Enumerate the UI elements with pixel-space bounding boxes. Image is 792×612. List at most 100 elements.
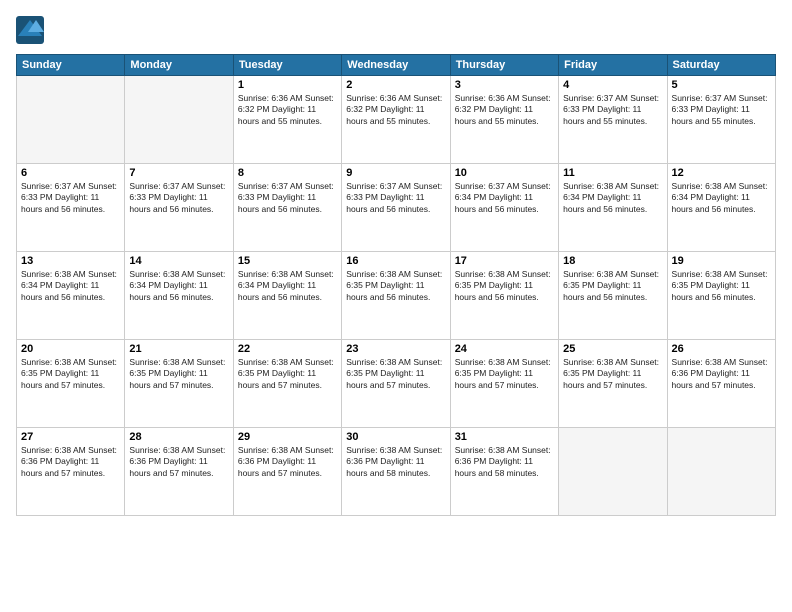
day-number: 10: [455, 167, 554, 179]
day-number: 11: [563, 167, 662, 179]
day-info: Sunrise: 6:37 AM Sunset: 6:33 PM Dayligh…: [21, 181, 120, 215]
day-info: Sunrise: 6:38 AM Sunset: 6:36 PM Dayligh…: [21, 445, 120, 479]
calendar-cell: 5 Sunrise: 6:37 AM Sunset: 6:33 PM Daylig…: [667, 76, 775, 164]
day-info: Sunrise: 6:38 AM Sunset: 6:35 PM Dayligh…: [129, 357, 228, 391]
day-info: Sunrise: 6:38 AM Sunset: 6:35 PM Dayligh…: [238, 357, 337, 391]
calendar-cell: 6 Sunrise: 6:37 AM Sunset: 6:33 PM Daylig…: [17, 164, 125, 252]
day-number: 16: [346, 255, 445, 267]
day-info: Sunrise: 6:37 AM Sunset: 6:33 PM Dayligh…: [563, 93, 662, 127]
week-row-3: 13 Sunrise: 6:38 AM Sunset: 6:34 PM Dayli…: [17, 252, 776, 340]
day-info: Sunrise: 6:38 AM Sunset: 6:34 PM Dayligh…: [238, 269, 337, 303]
day-header-tuesday: Tuesday: [233, 55, 341, 76]
day-number: 20: [21, 343, 120, 355]
day-info: Sunrise: 6:38 AM Sunset: 6:34 PM Dayligh…: [672, 181, 771, 215]
calendar-cell: 23 Sunrise: 6:38 AM Sunset: 6:35 PM Dayli…: [342, 340, 450, 428]
day-number: 1: [238, 79, 337, 91]
calendar-cell: 3 Sunrise: 6:36 AM Sunset: 6:32 PM Daylig…: [450, 76, 558, 164]
day-info: Sunrise: 6:38 AM Sunset: 6:36 PM Dayligh…: [238, 445, 337, 479]
day-number: 31: [455, 431, 554, 443]
calendar-cell: 2Sunrise: 6:36 AM Sunset: 6:32 PM Daylig…: [342, 76, 450, 164]
day-info: Sunrise: 6:38 AM Sunset: 6:36 PM Dayligh…: [455, 445, 554, 479]
calendar-cell: 31 Sunrise: 6:38 AM Sunset: 6:36 PM Dayli…: [450, 428, 558, 516]
day-info: Sunrise: 6:38 AM Sunset: 6:35 PM Dayligh…: [455, 269, 554, 303]
calendar-cell: 8 Sunrise: 6:37 AM Sunset: 6:33 PM Daylig…: [233, 164, 341, 252]
day-info: Sunrise: 6:38 AM Sunset: 6:35 PM Dayligh…: [563, 357, 662, 391]
calendar-cell: 30Sunrise: 6:38 AM Sunset: 6:36 PM Dayli…: [342, 428, 450, 516]
day-number: 3: [455, 79, 554, 91]
calendar-cell: 27Sunrise: 6:38 AM Sunset: 6:36 PM Dayli…: [17, 428, 125, 516]
day-header-sunday: Sunday: [17, 55, 125, 76]
day-info: Sunrise: 6:38 AM Sunset: 6:34 PM Dayligh…: [21, 269, 120, 303]
calendar-cell: 16 Sunrise: 6:38 AM Sunset: 6:35 PM Dayli…: [342, 252, 450, 340]
day-info: Sunrise: 6:38 AM Sunset: 6:35 PM Dayligh…: [672, 269, 771, 303]
day-info: Sunrise: 6:36 AM Sunset: 6:32 PM Dayligh…: [455, 93, 554, 127]
day-info: Sunrise: 6:37 AM Sunset: 6:33 PM Dayligh…: [672, 93, 771, 127]
calendar-cell: 9Sunrise: 6:37 AM Sunset: 6:33 PM Daylig…: [342, 164, 450, 252]
calendar-cell: 10 Sunrise: 6:37 AM Sunset: 6:34 PM Dayli…: [450, 164, 558, 252]
calendar-cell: 1 Sunrise: 6:36 AM Sunset: 6:32 PM Daylig…: [233, 76, 341, 164]
calendar-cell: 13 Sunrise: 6:38 AM Sunset: 6:34 PM Dayli…: [17, 252, 125, 340]
day-info: Sunrise: 6:37 AM Sunset: 6:34 PM Dayligh…: [455, 181, 554, 215]
day-number: 5: [672, 79, 771, 91]
day-number: 14: [129, 255, 228, 267]
calendar-cell: 29Sunrise: 6:38 AM Sunset: 6:36 PM Dayli…: [233, 428, 341, 516]
day-number: 26: [672, 343, 771, 355]
calendar-cell: 21 Sunrise: 6:38 AM Sunset: 6:35 PM Dayli…: [125, 340, 233, 428]
day-number: 28: [129, 431, 228, 443]
day-number: 22: [238, 343, 337, 355]
calendar-cell: 22 Sunrise: 6:38 AM Sunset: 6:35 PM Dayli…: [233, 340, 341, 428]
calendar-cell: 12Sunrise: 6:38 AM Sunset: 6:34 PM Dayli…: [667, 164, 775, 252]
day-header-monday: Monday: [125, 55, 233, 76]
calendar-cell: [667, 428, 775, 516]
calendar-cell: 18 Sunrise: 6:38 AM Sunset: 6:35 PM Dayli…: [559, 252, 667, 340]
day-info: Sunrise: 6:38 AM Sunset: 6:35 PM Dayligh…: [21, 357, 120, 391]
day-number: 8: [238, 167, 337, 179]
day-number: 15: [238, 255, 337, 267]
calendar-cell: [125, 76, 233, 164]
header: [16, 16, 776, 44]
day-info: Sunrise: 6:37 AM Sunset: 6:33 PM Dayligh…: [129, 181, 228, 215]
day-info: Sunrise: 6:37 AM Sunset: 6:33 PM Dayligh…: [238, 181, 337, 215]
day-number: 4: [563, 79, 662, 91]
day-number: 21: [129, 343, 228, 355]
day-info: Sunrise: 6:38 AM Sunset: 6:35 PM Dayligh…: [346, 357, 445, 391]
page: SundayMondayTuesdayWednesdayThursdayFrid…: [0, 0, 792, 612]
day-number: 17: [455, 255, 554, 267]
day-info: Sunrise: 6:37 AM Sunset: 6:33 PM Dayligh…: [346, 181, 445, 215]
day-info: Sunrise: 6:38 AM Sunset: 6:36 PM Dayligh…: [672, 357, 771, 391]
day-number: 23: [346, 343, 445, 355]
calendar-cell: 20 Sunrise: 6:38 AM Sunset: 6:35 PM Dayli…: [17, 340, 125, 428]
calendar-cell: 15 Sunrise: 6:38 AM Sunset: 6:34 PM Dayli…: [233, 252, 341, 340]
logo-icon: [16, 16, 44, 44]
day-header-wednesday: Wednesday: [342, 55, 450, 76]
week-row-1: 1 Sunrise: 6:36 AM Sunset: 6:32 PM Daylig…: [17, 76, 776, 164]
day-header-thursday: Thursday: [450, 55, 558, 76]
day-number: 25: [563, 343, 662, 355]
calendar-cell: 17 Sunrise: 6:38 AM Sunset: 6:35 PM Dayli…: [450, 252, 558, 340]
calendar-cell: 26 Sunrise: 6:38 AM Sunset: 6:36 PM Dayli…: [667, 340, 775, 428]
day-number: 13: [21, 255, 120, 267]
calendar-cell: 14 Sunrise: 6:38 AM Sunset: 6:34 PM Dayli…: [125, 252, 233, 340]
day-info: Sunrise: 6:38 AM Sunset: 6:35 PM Dayligh…: [346, 269, 445, 303]
calendar-cell: 28Sunrise: 6:38 AM Sunset: 6:36 PM Dayli…: [125, 428, 233, 516]
week-row-5: 27Sunrise: 6:38 AM Sunset: 6:36 PM Dayli…: [17, 428, 776, 516]
day-number: 18: [563, 255, 662, 267]
days-of-week-row: SundayMondayTuesdayWednesdayThursdayFrid…: [17, 55, 776, 76]
calendar-cell: 25 Sunrise: 6:38 AM Sunset: 6:35 PM Dayli…: [559, 340, 667, 428]
calendar-cell: 24Sunrise: 6:38 AM Sunset: 6:35 PM Dayli…: [450, 340, 558, 428]
day-info: Sunrise: 6:36 AM Sunset: 6:32 PM Dayligh…: [346, 93, 445, 127]
day-number: 19: [672, 255, 771, 267]
calendar-cell: 19 Sunrise: 6:38 AM Sunset: 6:35 PM Dayli…: [667, 252, 775, 340]
calendar-header: SundayMondayTuesdayWednesdayThursdayFrid…: [17, 55, 776, 76]
day-info: Sunrise: 6:36 AM Sunset: 6:32 PM Dayligh…: [238, 93, 337, 127]
day-number: 6: [21, 167, 120, 179]
week-row-4: 20 Sunrise: 6:38 AM Sunset: 6:35 PM Dayli…: [17, 340, 776, 428]
calendar-cell: 4 Sunrise: 6:37 AM Sunset: 6:33 PM Daylig…: [559, 76, 667, 164]
day-info: Sunrise: 6:38 AM Sunset: 6:34 PM Dayligh…: [563, 181, 662, 215]
day-info: Sunrise: 6:38 AM Sunset: 6:36 PM Dayligh…: [346, 445, 445, 479]
day-info: Sunrise: 6:38 AM Sunset: 6:35 PM Dayligh…: [563, 269, 662, 303]
calendar-cell: [17, 76, 125, 164]
day-number: 24: [455, 343, 554, 355]
day-info: Sunrise: 6:38 AM Sunset: 6:34 PM Dayligh…: [129, 269, 228, 303]
logo: [16, 16, 48, 44]
